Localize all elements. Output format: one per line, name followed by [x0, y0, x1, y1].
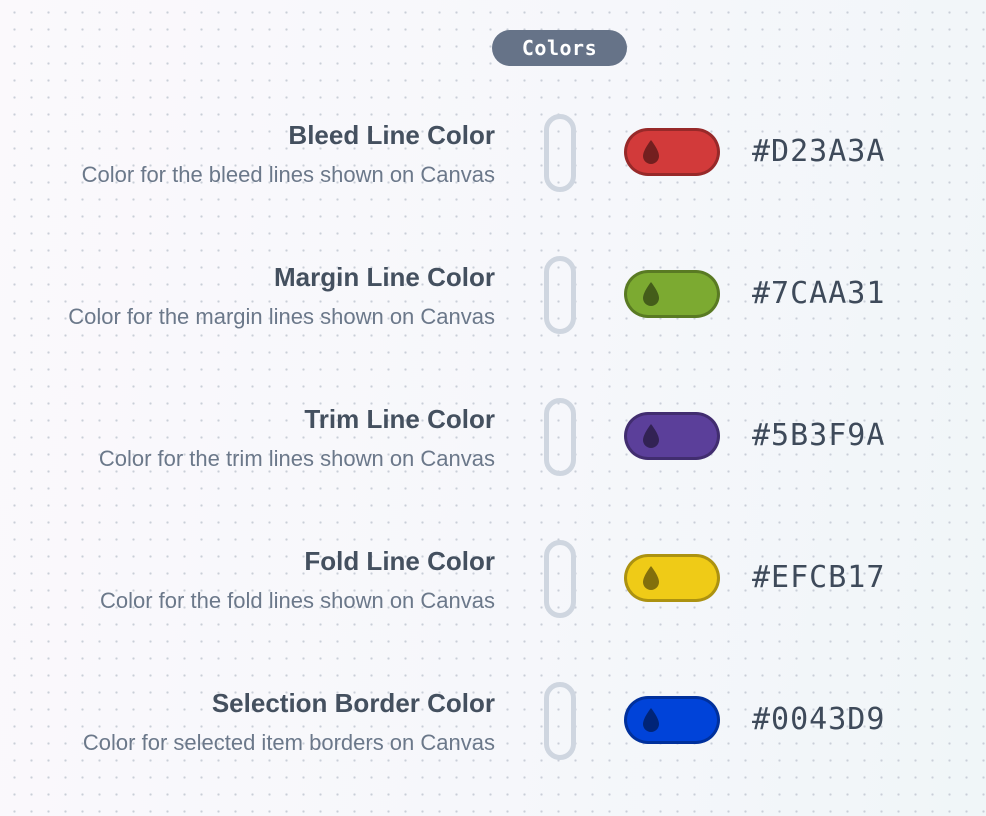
droplet-icon — [643, 140, 659, 164]
setting-label: Margin Line Color — [274, 262, 495, 292]
setting-description: Color for the margin lines shown on Canv… — [68, 304, 495, 329]
color-swatch-button[interactable] — [624, 128, 720, 176]
setting-label: Trim Line Color — [304, 404, 495, 434]
color-swatch-button[interactable] — [624, 554, 720, 602]
setting-label: Selection Border Color — [211, 688, 495, 718]
color-hex-value: #0043D9 — [752, 702, 886, 737]
setting-label: Fold Line Color — [304, 546, 495, 576]
droplet-icon — [643, 282, 659, 306]
setting-description: Color for the bleed lines shown on Canva… — [81, 162, 495, 187]
color-swatch-button[interactable] — [624, 270, 720, 318]
color-setting-row-fold: Fold Line Color Color for the fold lines… — [0, 540, 986, 634]
setting-description: Color for the fold lines shown on Canvas — [100, 588, 495, 613]
color-swatch-button[interactable] — [624, 412, 720, 460]
droplet-icon — [643, 424, 659, 448]
setting-description: Color for the trim lines shown on Canvas — [98, 446, 495, 471]
link-connector-pill — [544, 114, 576, 192]
droplet-icon — [643, 566, 659, 590]
link-connector-pill — [544, 682, 576, 760]
color-hex-value: #7CAA31 — [752, 276, 886, 311]
link-connector-pill — [544, 256, 576, 334]
setting-description: Color for selected item borders on Canva… — [82, 730, 495, 755]
color-setting-row-bleed: Bleed Line Color Color for the bleed lin… — [0, 114, 986, 208]
color-setting-row-margin: Margin Line Color Color for the margin l… — [0, 256, 986, 350]
section-badge-colors: Colors — [492, 30, 627, 66]
color-hex-value: #D23A3A — [752, 134, 886, 169]
link-connector-pill — [544, 398, 576, 476]
droplet-icon — [643, 708, 659, 732]
color-swatch-button[interactable] — [624, 696, 720, 744]
color-setting-row-selection-border: Selection Border Color Color for selecte… — [0, 682, 986, 776]
color-hex-value: #EFCB17 — [752, 560, 886, 595]
setting-label: Bleed Line Color — [288, 120, 495, 150]
color-hex-value: #5B3F9A — [752, 418, 886, 453]
link-connector-pill — [544, 540, 576, 618]
color-setting-row-trim: Trim Line Color Color for the trim lines… — [0, 398, 986, 492]
